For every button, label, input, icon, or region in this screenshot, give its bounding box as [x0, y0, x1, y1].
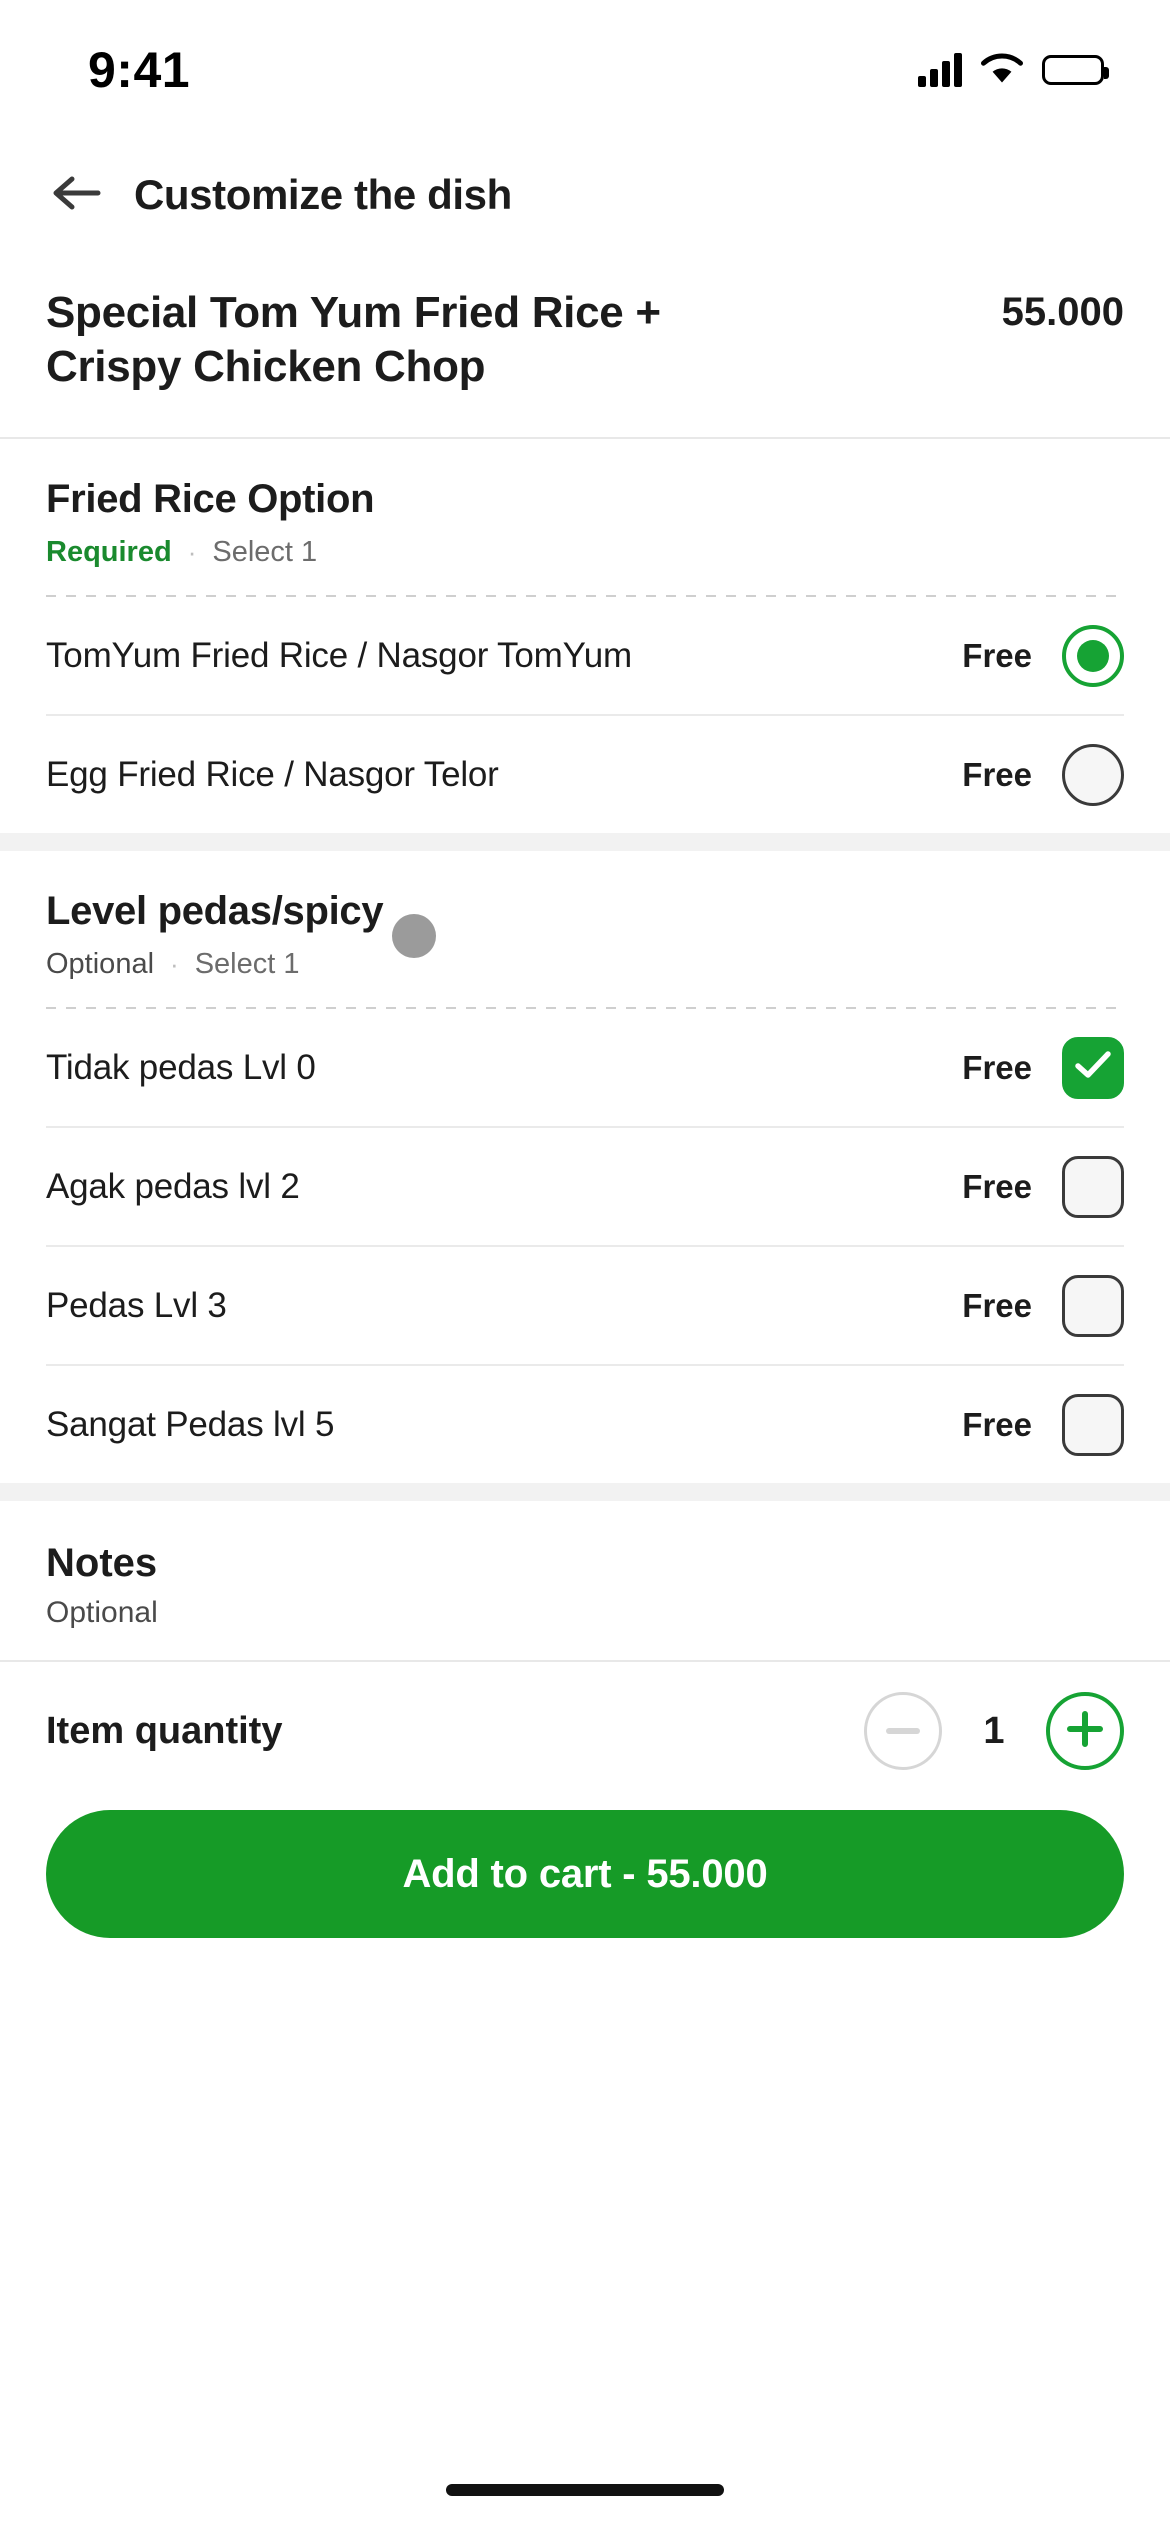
option-label: Egg Fried Rice / Nasgor Telor: [46, 754, 499, 794]
back-button[interactable]: [46, 165, 106, 225]
section-gap: [0, 833, 1170, 852]
option-label: Tidak pedas Lvl 0: [46, 1047, 316, 1087]
notes-title: Notes: [46, 1541, 158, 1586]
section-gap: [0, 1483, 1170, 1502]
option-row-sangat-pedas[interactable]: Sangat Pedas lvl 5 Free: [0, 1366, 1170, 1483]
option-row-tidak-pedas[interactable]: Tidak pedas Lvl 0 Free: [0, 1009, 1170, 1126]
option-row-pedas-lvl-3[interactable]: Pedas Lvl 3 Free: [0, 1247, 1170, 1364]
item-quantity-label: Item quantity: [46, 1709, 283, 1752]
option-label: Sangat Pedas lvl 5: [46, 1404, 335, 1444]
checkbox-unchecked[interactable]: [1062, 1393, 1124, 1456]
selection-rule: Select 1: [194, 948, 300, 981]
option-group-title: Level pedas/spicy: [46, 889, 384, 934]
option-label: Agak pedas lvl 2: [46, 1166, 300, 1206]
option-price: Free: [962, 636, 1032, 674]
dish-name: Special Tom Yum Fried Rice + Crispy Chic…: [46, 288, 661, 391]
radio-button-selected[interactable]: [1062, 624, 1124, 687]
option-trailing: Free: [962, 1274, 1124, 1337]
requirement-badge: Optional: [46, 948, 155, 981]
notes-section[interactable]: Notes Optional: [0, 1501, 1170, 1660]
back-arrow-icon: [50, 173, 102, 218]
decrement-quantity-button[interactable]: [864, 1692, 942, 1771]
option-label: Pedas Lvl 3: [46, 1285, 227, 1325]
cta-container: Add to cart - 55.000: [0, 1788, 1170, 1939]
option-trailing: Free: [962, 1155, 1124, 1218]
touch-indicator-dot: [392, 914, 436, 958]
status-bar: 9:41: [0, 0, 1170, 140]
option-trailing: Free: [962, 624, 1124, 687]
option-price: Free: [962, 1405, 1032, 1443]
status-bar-clock: 9:41: [88, 42, 191, 98]
home-indicator: [446, 2484, 724, 2496]
option-row-egg-fried-rice[interactable]: Egg Fried Rice / Nasgor Telor Free: [0, 716, 1170, 833]
check-icon: [1074, 1050, 1112, 1085]
option-trailing: Free: [962, 1036, 1124, 1099]
checkbox-unchecked[interactable]: [1062, 1274, 1124, 1337]
add-to-cart-button[interactable]: Add to cart - 55.000: [46, 1810, 1124, 1939]
option-group-subtitle: Required · Select 1: [46, 536, 1124, 569]
quantity-value: 1: [983, 1709, 1005, 1752]
navigation-header: Customize the dish: [0, 140, 1170, 250]
selection-rule: Select 1: [212, 536, 318, 569]
status-bar-icons: [918, 52, 1109, 89]
option-price: Free: [962, 755, 1032, 793]
option-trailing: Free: [962, 743, 1124, 806]
option-group-spicy-level: Level pedas/spicy Optional · Select 1 Ti…: [0, 851, 1170, 1484]
cellular-signal-icon: [918, 53, 962, 87]
customize-dish-screen: 9:41 Customize the dish Special Tom Yum …: [0, 0, 1170, 2532]
battery-icon: [1042, 55, 1109, 85]
notes-subtitle: Optional: [46, 1596, 158, 1630]
minus-icon: [886, 1722, 920, 1740]
page-title: Customize the dish: [134, 171, 512, 218]
option-price: Free: [962, 1286, 1032, 1324]
dish-price: 55.000: [1001, 290, 1124, 334]
option-label: TomYum Fried Rice / Nasgor TomYum: [46, 635, 633, 675]
wifi-icon: [980, 52, 1024, 89]
requirement-badge: Required: [46, 536, 172, 569]
option-group-title: Fried Rice Option: [46, 477, 375, 522]
option-row-agak-pedas[interactable]: Agak pedas lvl 2 Free: [0, 1128, 1170, 1245]
option-row-tomyum-fried-rice[interactable]: TomYum Fried Rice / Nasgor TomYum Free: [0, 597, 1170, 714]
separator-dot: ·: [187, 537, 197, 568]
checkbox-checked[interactable]: [1062, 1036, 1124, 1099]
separator-dot: ·: [170, 949, 179, 980]
option-group-subtitle: Optional · Select 1: [46, 948, 1124, 981]
option-price: Free: [962, 1167, 1032, 1205]
plus-icon: [1066, 1710, 1104, 1753]
option-group-header: Fried Rice Option Required · Select 1: [0, 439, 1170, 595]
option-price: Free: [962, 1048, 1032, 1086]
radio-button-unselected[interactable]: [1062, 743, 1124, 806]
quantity-stepper: 1: [864, 1692, 1124, 1771]
dish-summary: Special Tom Yum Fried Rice + Crispy Chic…: [0, 250, 1170, 437]
option-group-header: Level pedas/spicy Optional · Select 1: [0, 851, 1170, 1007]
checkbox-unchecked[interactable]: [1062, 1155, 1124, 1218]
option-group-fried-rice: Fried Rice Option Required · Select 1 To…: [0, 439, 1170, 834]
option-trailing: Free: [962, 1393, 1124, 1456]
increment-quantity-button[interactable]: [1046, 1692, 1124, 1771]
item-quantity-row: Item quantity 1: [0, 1662, 1170, 1788]
